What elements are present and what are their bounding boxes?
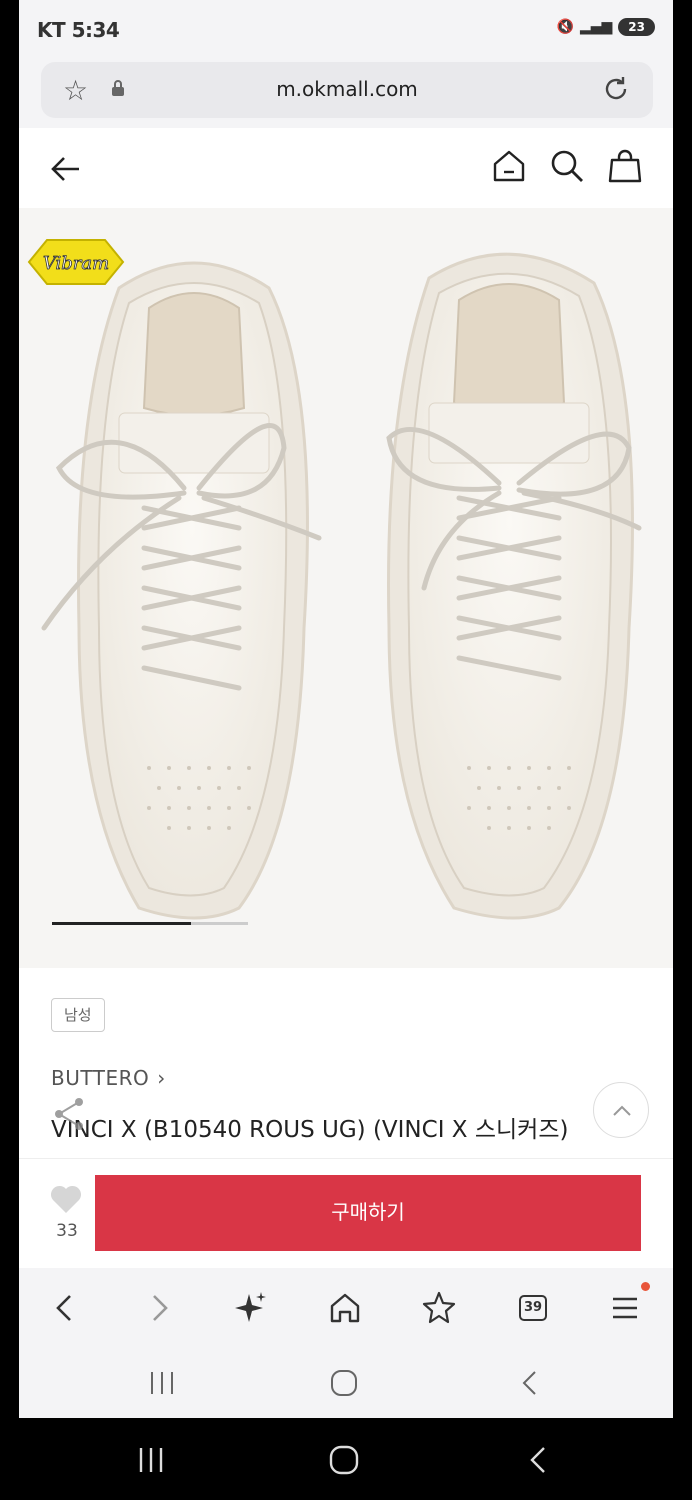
site-header <box>19 128 673 208</box>
carousel-progress <box>52 922 248 925</box>
tabs-button[interactable]: 39 <box>513 1288 553 1328</box>
url-text[interactable]: m.okmall.com <box>41 77 653 101</box>
tab-count: 39 <box>519 1295 547 1321</box>
forward-icon[interactable] <box>139 1288 179 1328</box>
recent-apps-icon[interactable] <box>147 1370 177 1396</box>
home-button-icon[interactable] <box>329 1368 359 1398</box>
home-icon[interactable] <box>491 148 527 184</box>
heart-icon[interactable] <box>49 1183 83 1215</box>
brand-name: BUTTERO <box>51 1066 150 1090</box>
bookmarks-icon[interactable] <box>419 1288 459 1328</box>
gender-tag: 남성 <box>51 998 105 1032</box>
address-bar[interactable]: ☆ m.okmall.com <box>41 62 653 118</box>
battery-indicator: 23 <box>618 18 655 36</box>
status-bar: KT 5:34 🔇 ▂▄▆ 23 <box>19 0 673 62</box>
like-count: 33 <box>56 1221 78 1241</box>
svg-text:Vibram: Vibram <box>43 253 109 274</box>
back-button-icon[interactable] <box>522 1444 554 1476</box>
mute-icon: 🔇 <box>556 19 574 35</box>
sparkle-icon[interactable] <box>231 1288 271 1328</box>
phone-screen: KT 5:34 🔇 ▂▄▆ 23 ☆ m.okmall.com Vibram 남… <box>19 0 673 1418</box>
product-name: VINCI X (B10540 ROUS UG) (VINCI X 스니커즈) <box>51 1117 569 1143</box>
recent-apps-icon[interactable] <box>136 1446 166 1474</box>
home-button-icon[interactable] <box>328 1444 360 1476</box>
status-time: KT 5:34 <box>37 18 120 42</box>
status-icons: 🔇 ▂▄▆ 23 <box>557 18 655 36</box>
carousel-progress-fill <box>52 922 192 925</box>
notification-dot <box>641 1282 650 1291</box>
home-icon[interactable] <box>325 1288 365 1328</box>
inner-navigation-bar <box>19 1348 673 1418</box>
scroll-top-button[interactable] <box>593 1082 649 1138</box>
brand-link[interactable]: BUTTERO › <box>51 1066 166 1090</box>
sneakers-illustration <box>41 252 642 920</box>
purchase-bar: 33 구매하기 <box>19 1158 673 1268</box>
shopping-bag-icon[interactable] <box>607 148 643 184</box>
back-button-icon[interactable] <box>515 1368 545 1398</box>
browser-toolbar: 39 <box>19 1268 673 1348</box>
menu-icon[interactable] <box>605 1288 645 1328</box>
product-image[interactable]: Vibram <box>19 208 673 968</box>
buy-button[interactable]: 구매하기 <box>95 1175 641 1251</box>
reload-icon[interactable] <box>601 74 631 104</box>
chevron-up-icon <box>613 1105 631 1116</box>
share-icon[interactable] <box>47 1092 91 1136</box>
vibram-logo: Vibram <box>27 239 125 285</box>
browser-address-area: ☆ m.okmall.com <box>19 62 673 128</box>
signal-icon: ▂▄▆ <box>579 19 613 35</box>
chevron-right-icon: › <box>157 1066 166 1090</box>
system-navigation-bar <box>0 1418 692 1500</box>
back-icon[interactable] <box>45 1288 85 1328</box>
back-arrow-icon[interactable] <box>49 152 83 186</box>
search-icon[interactable] <box>549 148 585 184</box>
